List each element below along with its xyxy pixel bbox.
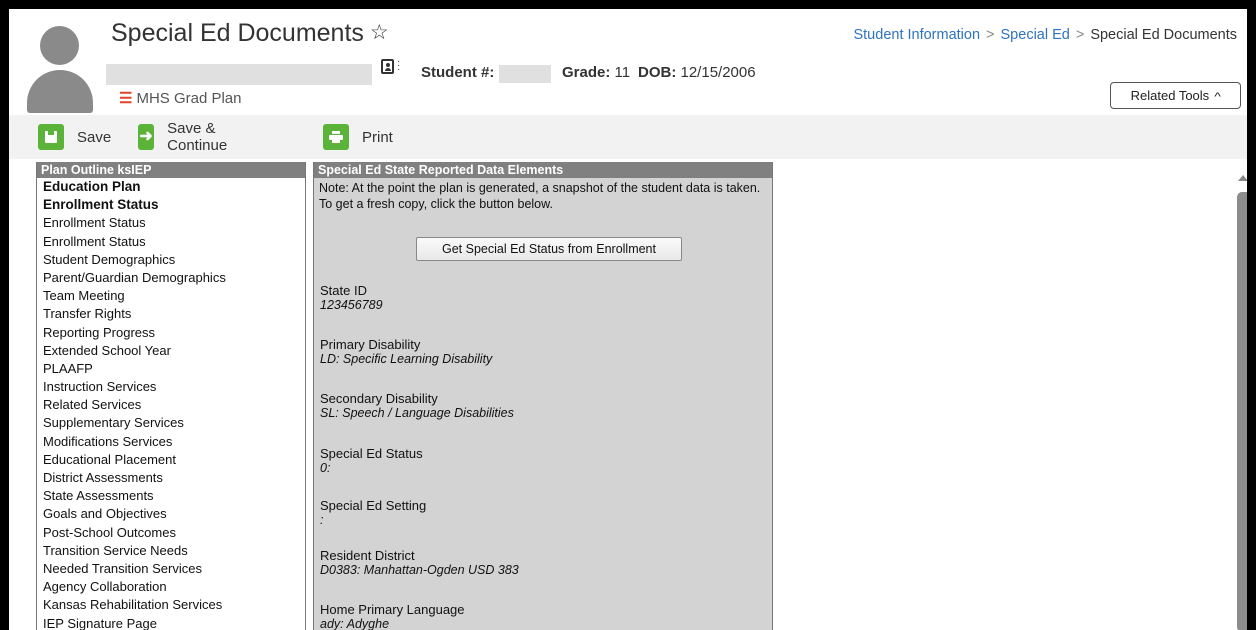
outline-item[interactable]: Agency Collaboration <box>43 578 305 596</box>
outline-item[interactable]: State Assessments <box>43 487 305 505</box>
breadcrumb-student-information[interactable]: Student Information <box>853 27 980 43</box>
content-area: Plan Outline ksIEP Education Plan Enrollm… <box>9 159 1247 630</box>
grad-plan-link[interactable]: ☰ MHS Grad Plan <box>119 89 242 107</box>
outline-item[interactable]: Education Plan <box>43 178 305 196</box>
outline-item[interactable]: Goals and Objectives <box>43 505 305 523</box>
outline-item[interactable]: Student Demographics <box>43 251 305 269</box>
vertical-scrollbar[interactable] <box>1237 159 1247 630</box>
outline-item[interactable]: Reporting Progress <box>43 324 305 342</box>
field-primary-disability: Primary Disability LD: Specific Learning… <box>320 337 493 366</box>
outline-item[interactable]: Extended School Year <box>43 342 305 360</box>
plan-outline-title: Plan Outline ksIEP <box>37 162 305 178</box>
breadcrumb-separator: > <box>1075 27 1085 43</box>
student-number-redacted <box>499 65 551 83</box>
snapshot-note: Note: At the point the plan is generated… <box>319 181 761 211</box>
student-avatar <box>23 22 97 113</box>
chevron-up-icon: ^ <box>1214 91 1222 103</box>
related-tools-button[interactable]: Related Tools ^ <box>1110 82 1241 109</box>
contact-card-icon[interactable] <box>381 59 394 74</box>
outline-item[interactable]: Kansas Rehabilitation Services <box>43 596 305 614</box>
arrow-right-icon: ➜ <box>138 124 155 150</box>
print-button[interactable]: Print <box>323 122 393 152</box>
scrollbar-thumb[interactable] <box>1237 192 1247 630</box>
outline-item[interactable]: Enrollment Status <box>43 214 305 232</box>
outline-item[interactable]: District Assessments <box>43 469 305 487</box>
field-resident-district: Resident District D0383: Manhattan-Ogden… <box>320 548 519 577</box>
state-data-panel: Special Ed State Reported Data Elements … <box>313 162 773 630</box>
outline-item[interactable]: Modifications Services <box>43 433 305 451</box>
contact-card-icon-ticks: · · · <box>397 56 401 75</box>
field-special-ed-status: Special Ed Status 0: <box>320 446 423 475</box>
state-data-title: Special Ed State Reported Data Elements <box>314 162 772 178</box>
plan-outline-panel: Plan Outline ksIEP Education Plan Enrollm… <box>36 162 306 630</box>
save-icon <box>38 124 64 150</box>
student-name-redacted <box>106 64 372 85</box>
star-outline-icon[interactable]: ☆ <box>370 20 389 45</box>
field-secondary-disability: Secondary Disability SL: Speech / Langua… <box>320 391 514 420</box>
printer-icon <box>323 124 349 150</box>
scroll-up-arrow-icon[interactable] <box>1238 175 1247 181</box>
student-number-label: Student #: <box>421 64 495 81</box>
save-continue-button[interactable]: ➜ Save & Continue <box>138 120 237 154</box>
outline-item[interactable]: Supplementary Services <box>43 414 305 432</box>
field-home-primary-language: Home Primary Language ady: Adyghe <box>320 602 465 630</box>
outline-item[interactable]: IEP Signature Page <box>43 615 305 630</box>
outline-item[interactable]: Team Meeting <box>43 287 305 305</box>
outline-item[interactable]: Parent/Guardian Demographics <box>43 269 305 287</box>
breadcrumb-special-ed[interactable]: Special Ed <box>1001 27 1070 43</box>
app-window: Special Ed Documents ☆ · · · Student #: Gra… <box>9 9 1247 630</box>
page-header: Special Ed Documents ☆ · · · Student #: Gra… <box>9 9 1247 115</box>
outline-item[interactable]: PLAAFP <box>43 360 305 378</box>
save-button[interactable]: Save <box>38 122 111 152</box>
field-state-id: State ID 123456789 <box>320 283 383 312</box>
outline-item[interactable]: Needed Transition Services <box>43 560 305 578</box>
breadcrumb-current: Special Ed Documents <box>1090 27 1237 43</box>
outline-item[interactable]: Transfer Rights <box>43 305 305 323</box>
breadcrumb-separator: > <box>986 27 995 43</box>
outline-item[interactable]: Transition Service Needs <box>43 542 305 560</box>
page-title: Special Ed Documents ☆ <box>111 19 389 47</box>
outline-item[interactable]: Educational Placement <box>43 451 305 469</box>
outline-item[interactable]: Enrollment Status <box>43 233 305 251</box>
breadcrumb: Student Information > Special Ed > Special E… <box>853 27 1237 43</box>
dob-info: DOB: 12/15/2006 <box>638 64 756 81</box>
get-special-ed-status-button[interactable]: Get Special Ed Status from Enrollment <box>416 237 682 261</box>
outline-item[interactable]: Instruction Services <box>43 378 305 396</box>
list-icon: ☰ <box>119 90 133 107</box>
outline-item[interactable]: Post-School Outcomes <box>43 524 305 542</box>
field-special-ed-setting: Special Ed Setting : <box>320 498 427 527</box>
outline-item[interactable]: Related Services <box>43 396 305 414</box>
plan-outline-list: Education Plan Enrollment Status Enrollmen… <box>37 178 305 630</box>
grade-info: Grade: 11 <box>562 64 631 81</box>
outline-item[interactable]: Enrollment Status <box>43 196 305 214</box>
